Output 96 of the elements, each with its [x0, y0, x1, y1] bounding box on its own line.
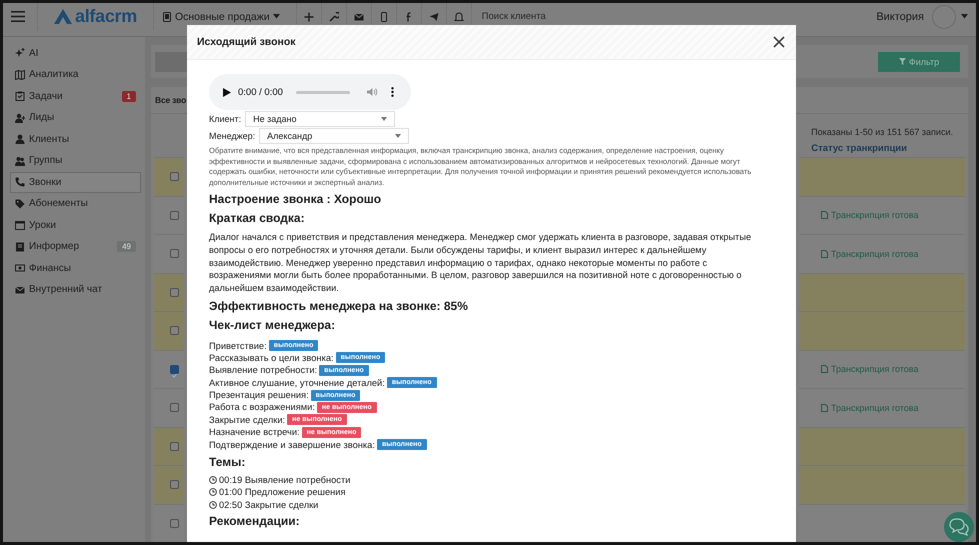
close-button[interactable]: [772, 35, 786, 49]
document-icon: [821, 404, 828, 412]
sidebar-item[interactable]: Информер 49: [10, 236, 141, 257]
select-field[interactable]: Не задано: [245, 111, 396, 127]
menu-icon[interactable]: [11, 11, 25, 22]
filter-icon: [898, 58, 906, 65]
wrench-icon[interactable]: [328, 12, 339, 22]
sidebar-item[interactable]: Звонки: [10, 172, 141, 192]
checklist-label: Работа с возражениями:: [209, 402, 315, 412]
checklist-label: Презентация решения:: [209, 390, 309, 400]
row-checkbox[interactable]: [170, 326, 179, 336]
map-icon: [15, 70, 25, 80]
playback-time: 0:00 / 0:00: [238, 86, 283, 98]
audio-player[interactable]: 0:00 / 0:00: [209, 74, 411, 110]
summary-text: Диалог начался с приветствия и представления менеджера. Менеджер смог удержать клиента в разговоре, задавая открытые вопросы о его потребностях и уточняя детали. Были обсуждены тарифы, и клиент выразил интерес к дальнейшему взаимодействию. Менеджер уверенно представил информацию о тарифах, однако некоторые моменты по работе с возражениями могли быть более проработанными. В целом, разговор завершился на позитивной ноте с договоренностью о дальнейшем взаимодействии.: [209, 231, 752, 294]
checklist-label: Назначение встречи:: [209, 427, 300, 438]
section-heading: Темы:: [209, 454, 246, 469]
bell-icon[interactable]: [454, 12, 464, 22]
clock-icon: [209, 476, 217, 484]
sidebar-item[interactable]: Абонементы: [10, 194, 141, 214]
sidebar-item[interactable]: Уроки: [10, 215, 141, 236]
action-button[interactable]: [155, 52, 189, 72]
select-field[interactable]: Александр: [259, 128, 410, 144]
user-plus-icon: [15, 112, 25, 123]
row-checkbox[interactable]: [170, 288, 179, 297]
topic-text: 01:00 Предложение решения: [219, 487, 346, 498]
document-icon: [821, 365, 828, 374]
checklist-label: Подтверждение и завершение звонка:: [209, 440, 375, 450]
efficiency-heading: Эффективность менеджера на звонке: 85%: [209, 299, 469, 314]
checklist-label: Активное слушание, уточнение деталей:: [209, 378, 385, 388]
row-checkbox[interactable]: [170, 518, 179, 528]
plus-icon[interactable]: [304, 12, 314, 22]
volume-icon[interactable]: [366, 87, 378, 97]
calendar-icon: [15, 220, 25, 230]
section-heading: Краткая сводка:: [209, 211, 306, 226]
triangle-logo-icon: [54, 9, 72, 24]
field-label: Клиент:: [209, 114, 242, 124]
sidebar-item[interactable]: Группы: [10, 150, 141, 171]
search-field[interactable]: Поиск клиента: [482, 11, 592, 22]
caret-icon: [272, 14, 280, 19]
caret-icon: [381, 117, 388, 121]
paper-plane-icon[interactable]: [428, 12, 439, 22]
count-badge: 1: [122, 90, 136, 102]
chat-bubbles-icon: [949, 518, 969, 536]
sidebar-item[interactable]: Аналитика: [10, 64, 141, 85]
progress-track[interactable]: [296, 90, 350, 94]
users-icon: [15, 156, 25, 166]
section-heading: Рекомендации:: [209, 514, 301, 528]
tag-icon: [15, 198, 25, 209]
row-checkbox[interactable]: [170, 172, 179, 182]
phone-icon: [15, 177, 25, 188]
checklist-label: Закрытие сделки:: [209, 414, 286, 425]
row-checkbox[interactable]: [170, 480, 179, 490]
checklist-label: Рассказывать о цели звонка:: [209, 352, 334, 363]
brand-logo[interactable]: alfacrm: [54, 6, 137, 27]
document-icon: [821, 250, 828, 258]
topic-text: 00:19 Выявление потребности: [219, 475, 350, 485]
checklist-label: Выявление потребности:: [209, 365, 318, 376]
sidebar-item[interactable]: Финансы: [10, 258, 141, 278]
sidebar-item[interactable]: Внутренний чат: [10, 280, 141, 300]
clock-icon: [209, 488, 217, 496]
column-header[interactable]: Статус транкрипции: [811, 143, 907, 157]
document-icon: [821, 211, 828, 220]
book-icon: [15, 242, 25, 252]
filter-button[interactable]: Фильтр: [878, 52, 960, 72]
user-name[interactable]: Виктория: [876, 10, 924, 22]
play-icon[interactable]: [223, 88, 231, 96]
mood-heading: Настроение звонка : Хорошо: [209, 192, 382, 206]
sidebar-item[interactable]: AI: [10, 43, 141, 64]
pipeline-dropdown[interactable]: Основные продажи: [162, 10, 288, 22]
sparkle-icon: [15, 48, 25, 58]
user-icon: [15, 134, 25, 144]
more-icon[interactable]: [390, 87, 394, 97]
dialog-title: Исходящий звонок: [197, 36, 296, 48]
records-count: Показаны 1-50 из 151 567 записи.: [811, 127, 953, 137]
topic-text: 02:50 Закрытие сделки: [219, 500, 318, 510]
sidebar-item[interactable]: Задачи 1: [10, 86, 141, 106]
row-checkbox[interactable]: [170, 403, 179, 412]
section-heading: Чек-лист менеджера:: [209, 318, 336, 332]
sidebar-item[interactable]: Клиенты: [10, 129, 141, 150]
banknote-icon: [15, 263, 25, 274]
caret-icon[interactable]: [961, 14, 968, 19]
field-label: Менеджер:: [209, 131, 256, 141]
row-checkbox[interactable]: [170, 249, 179, 258]
row-checkbox[interactable]: [170, 210, 179, 220]
checklist-label: Приветствие:: [209, 340, 267, 351]
sidebar-item[interactable]: Лиды: [10, 108, 141, 128]
count-badge: 49: [117, 241, 136, 252]
mobile-phone-icon[interactable]: [378, 12, 389, 22]
caret-icon: [395, 134, 402, 138]
tablet-icon: [162, 12, 172, 22]
envelope-icon[interactable]: [354, 12, 364, 22]
row-checkbox[interactable]: [170, 442, 179, 451]
envelope-icon: [15, 284, 25, 295]
clipboard-icon: [15, 91, 25, 102]
clock-icon: [209, 500, 217, 509]
